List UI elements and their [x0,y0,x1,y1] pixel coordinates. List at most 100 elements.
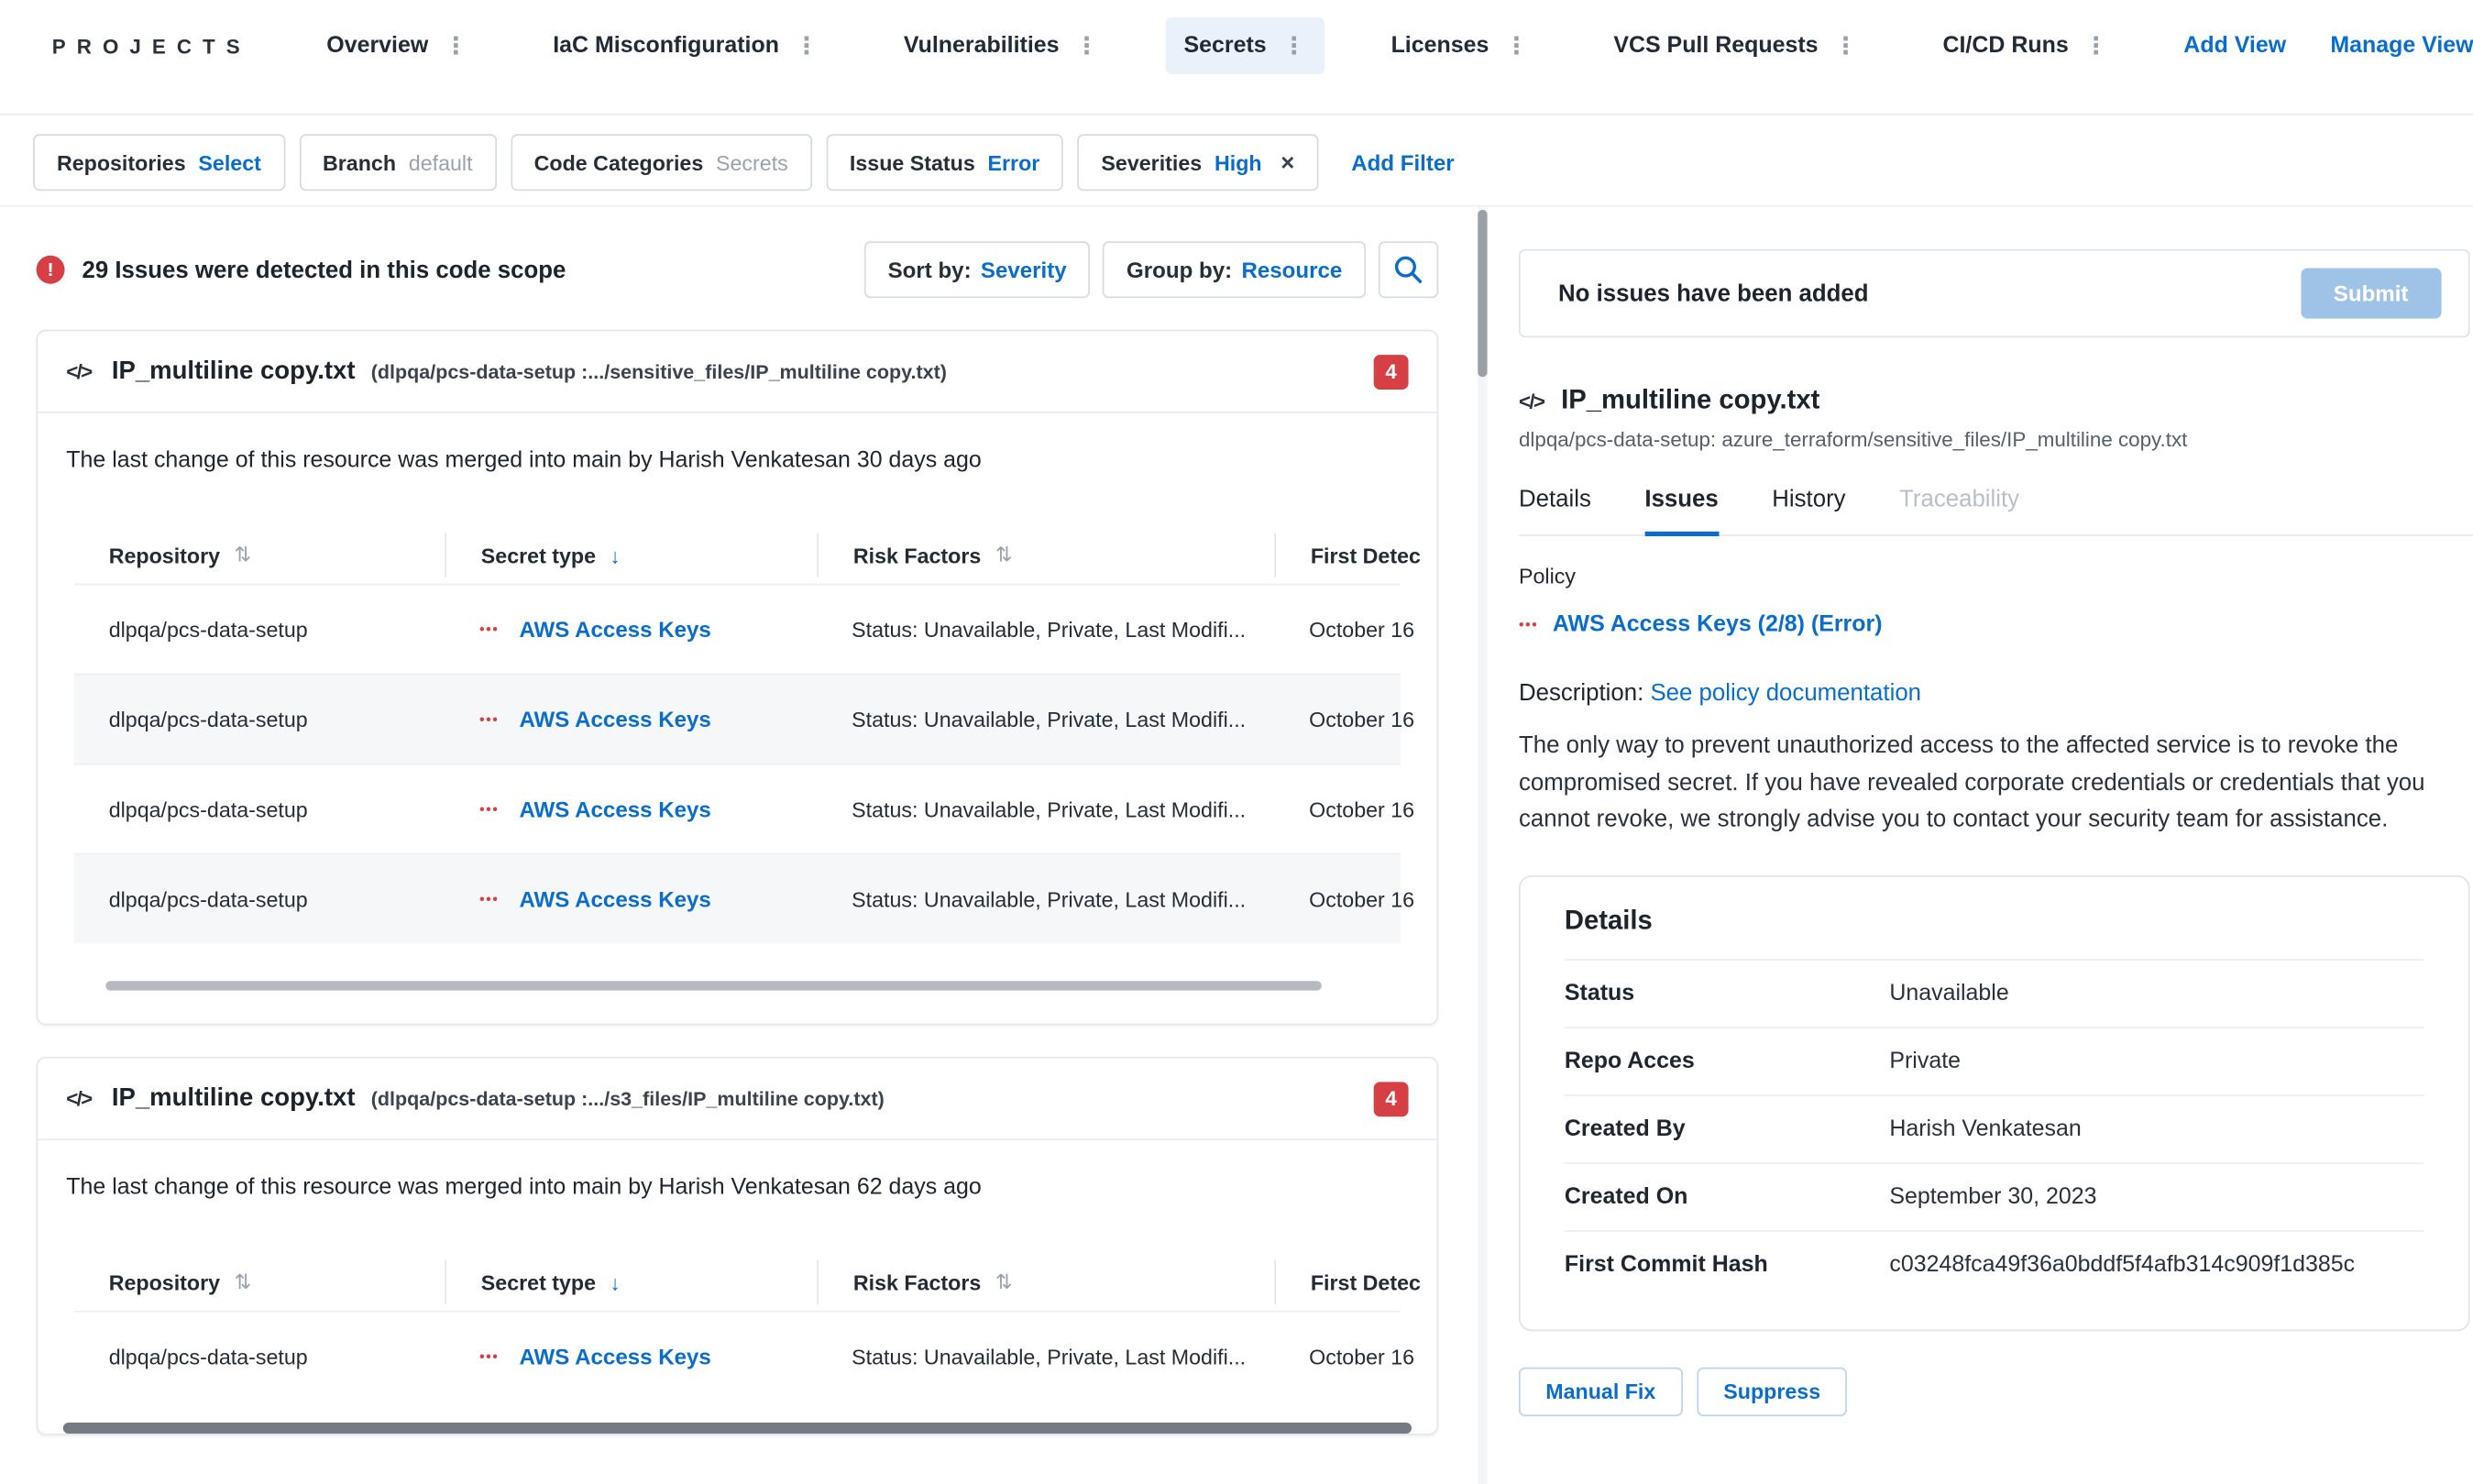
tab-details[interactable]: Details [1519,486,1591,534]
panel-resource-title: IP_multiline copy.txt [1561,384,1820,415]
add-filter-link[interactable]: Add Filter [1351,149,1454,175]
secret-type-link[interactable]: AWS Access Keys [519,617,710,643]
filter-value[interactable]: Select [198,150,260,174]
detail-value: Unavailable [1889,980,2009,1006]
sort-both-icon[interactable]: ⇅ [995,543,1013,568]
policy-link[interactable]: AWS Access Keys (2/8) (Error) [1553,612,1883,638]
filter-code-categories[interactable]: Code Categories Secrets [510,134,812,192]
tab-label: Overview [326,33,429,59]
tab-vulnerabilities[interactable]: Vulnerabilities ⋮ [885,17,1117,74]
secret-mask-icon: ••• [479,1348,500,1365]
vertical-scrollbar-track[interactable] [1478,206,1488,1484]
tab-overview[interactable]: Overview ⋮ [308,17,487,74]
sort-by-button[interactable]: Sort by: Severity [863,241,1091,299]
col-first-detected[interactable]: First Detec [1274,533,1436,577]
sort-desc-icon[interactable]: ↓ [610,544,621,567]
col-label: Secret type [480,543,597,567]
tab-menu-icon[interactable]: ⋮ [1505,34,1529,58]
cell-repository: dlpqa/pcs-data-setup [108,797,308,821]
cell-first-detected: October 16 [1309,1344,1415,1369]
tab-menu-icon[interactable]: ⋮ [795,34,819,58]
table-row[interactable]: dlpqa/pcs-data-setup ••• AWS Access Keys… [73,1310,1414,1401]
tab-issues[interactable]: Issues [1644,486,1719,537]
detail-row: Created On September 30, 2023 [1564,1161,2424,1229]
add-view-link[interactable]: Add View [2183,33,2286,59]
tab-secrets[interactable]: Secrets ⋮ [1164,16,1325,74]
resource-change-summary: The last change of this resource was mer… [66,1174,982,1201]
filter-value[interactable]: Secrets [716,150,788,174]
cell-secret-type: ••• AWS Access Keys [445,886,817,912]
resource-card-header[interactable]: </> IP_multiline copy.txt (dlpqa/pcs-dat… [38,1059,1437,1141]
sort-by-value: Severity [980,257,1067,282]
manage-views-link[interactable]: Manage Views [2330,33,2473,59]
table-row[interactable]: dlpqa/pcs-data-setup ••• AWS Access Keys… [73,583,1414,674]
filter-branch[interactable]: Branch default [299,134,497,192]
sort-desc-icon[interactable]: ↓ [610,1270,621,1294]
secret-type-link[interactable]: AWS Access Keys [519,797,710,822]
no-issues-text: No issues have been added [1558,280,1869,307]
tab-menu-icon[interactable]: ⋮ [445,34,468,58]
cell-first-detected: October 16 [1309,707,1415,731]
search-button[interactable] [1378,241,1439,299]
tab-menu-icon[interactable]: ⋮ [1834,34,1858,58]
resource-change-summary: The last change of this resource was mer… [66,447,982,474]
code-icon: </> [66,1086,93,1111]
tab-label: Secrets [1183,33,1267,59]
col-risk-factors[interactable]: Risk Factors ⇅ [817,533,1274,577]
secret-type-link[interactable]: AWS Access Keys [519,886,710,912]
tab-menu-icon[interactable]: ⋮ [1282,34,1306,58]
main-area: ! 29 Issues were detected in this code s… [0,206,2473,1484]
tab-label: Vulnerabilities [903,33,1060,59]
horizontal-scrollbar[interactable] [105,981,1322,991]
group-by-button[interactable]: Group by: Resource [1103,241,1367,299]
filter-issue-status[interactable]: Issue Status Error [826,134,1064,192]
group-by-value: Resource [1241,257,1343,282]
col-risk-factors[interactable]: Risk Factors ⇅ [817,1259,1274,1304]
filter-repositories[interactable]: Repositories Select [33,134,285,192]
vertical-scrollbar-thumb[interactable] [1478,209,1488,378]
table-row[interactable]: dlpqa/pcs-data-setup ••• AWS Access Keys… [73,852,1414,943]
tab-vcs-pull-requests[interactable]: VCS Pull Requests ⋮ [1595,17,1877,74]
col-secret-type[interactable]: Secret type ↓ [445,1259,817,1304]
suppress-button[interactable]: Suppress [1697,1366,1848,1416]
detail-label: Created By [1564,1116,1686,1141]
col-repository[interactable]: Repository ⇅ [74,533,445,577]
description-text: The only way to prevent unauthorized acc… [1518,731,2425,833]
cell-risk-factors: Status: Unavailable, Private, Last Modif… [852,1344,1247,1369]
filter-value[interactable]: Error [988,150,1040,174]
horizontal-scrollbar[interactable] [62,1423,1412,1435]
filter-value[interactable]: default [409,150,473,174]
manual-fix-button[interactable]: Manual Fix [1518,1366,1683,1416]
policy-documentation-link[interactable]: See policy documentation [1650,680,1921,707]
submit-button[interactable]: Submit [2300,268,2442,319]
issues-summary-row: ! 29 Issues were detected in this code s… [36,241,1439,299]
tab-cicd-runs[interactable]: CI/CD Runs ⋮ [1924,17,2127,74]
filter-value[interactable]: High [1215,150,1262,174]
filter-severities[interactable]: Severities High × [1077,134,1319,192]
secret-type-link[interactable]: AWS Access Keys [519,1344,710,1369]
details-rows: Status Unavailable Repo Acces Private Cr… [1564,958,2424,1297]
filter-label: Repositories [56,150,186,175]
resource-card: </> IP_multiline copy.txt (dlpqa/pcs-dat… [36,329,1439,1026]
tab-iac-misconfiguration[interactable]: IaC Misconfiguration ⋮ [534,17,838,74]
search-icon [1394,256,1423,283]
tab-menu-icon[interactable]: ⋮ [1075,34,1099,58]
tab-history[interactable]: History [1772,486,1845,534]
col-repository[interactable]: Repository ⇅ [74,1260,445,1304]
details-box: Details Status Unavailable Repo Acces Pr… [1518,874,2470,1331]
col-secret-type[interactable]: Secret type ↓ [445,533,817,577]
table-row[interactable]: dlpqa/pcs-data-setup ••• AWS Access Keys… [73,763,1414,853]
tab-licenses[interactable]: Licenses ⋮ [1372,17,1547,74]
tab-menu-icon[interactable]: ⋮ [2084,34,2108,58]
sort-both-icon[interactable]: ⇅ [995,1270,1013,1295]
col-first-detected[interactable]: First Detec [1274,1259,1436,1304]
sort-both-icon[interactable]: ⇅ [235,1270,252,1295]
issues-list-panel: ! 29 Issues were detected in this code s… [0,206,1478,1484]
resource-card-header[interactable]: </> IP_multiline copy.txt (dlpqa/pcs-dat… [38,331,1437,413]
table-row[interactable]: dlpqa/pcs-data-setup ••• AWS Access Keys… [73,673,1414,764]
cell-secret-type: ••• AWS Access Keys [445,617,817,643]
secret-mask-icon: ••• [479,891,500,907]
sort-both-icon[interactable]: ⇅ [235,543,252,568]
close-icon[interactable]: × [1280,149,1294,176]
secret-type-link[interactable]: AWS Access Keys [519,707,710,732]
